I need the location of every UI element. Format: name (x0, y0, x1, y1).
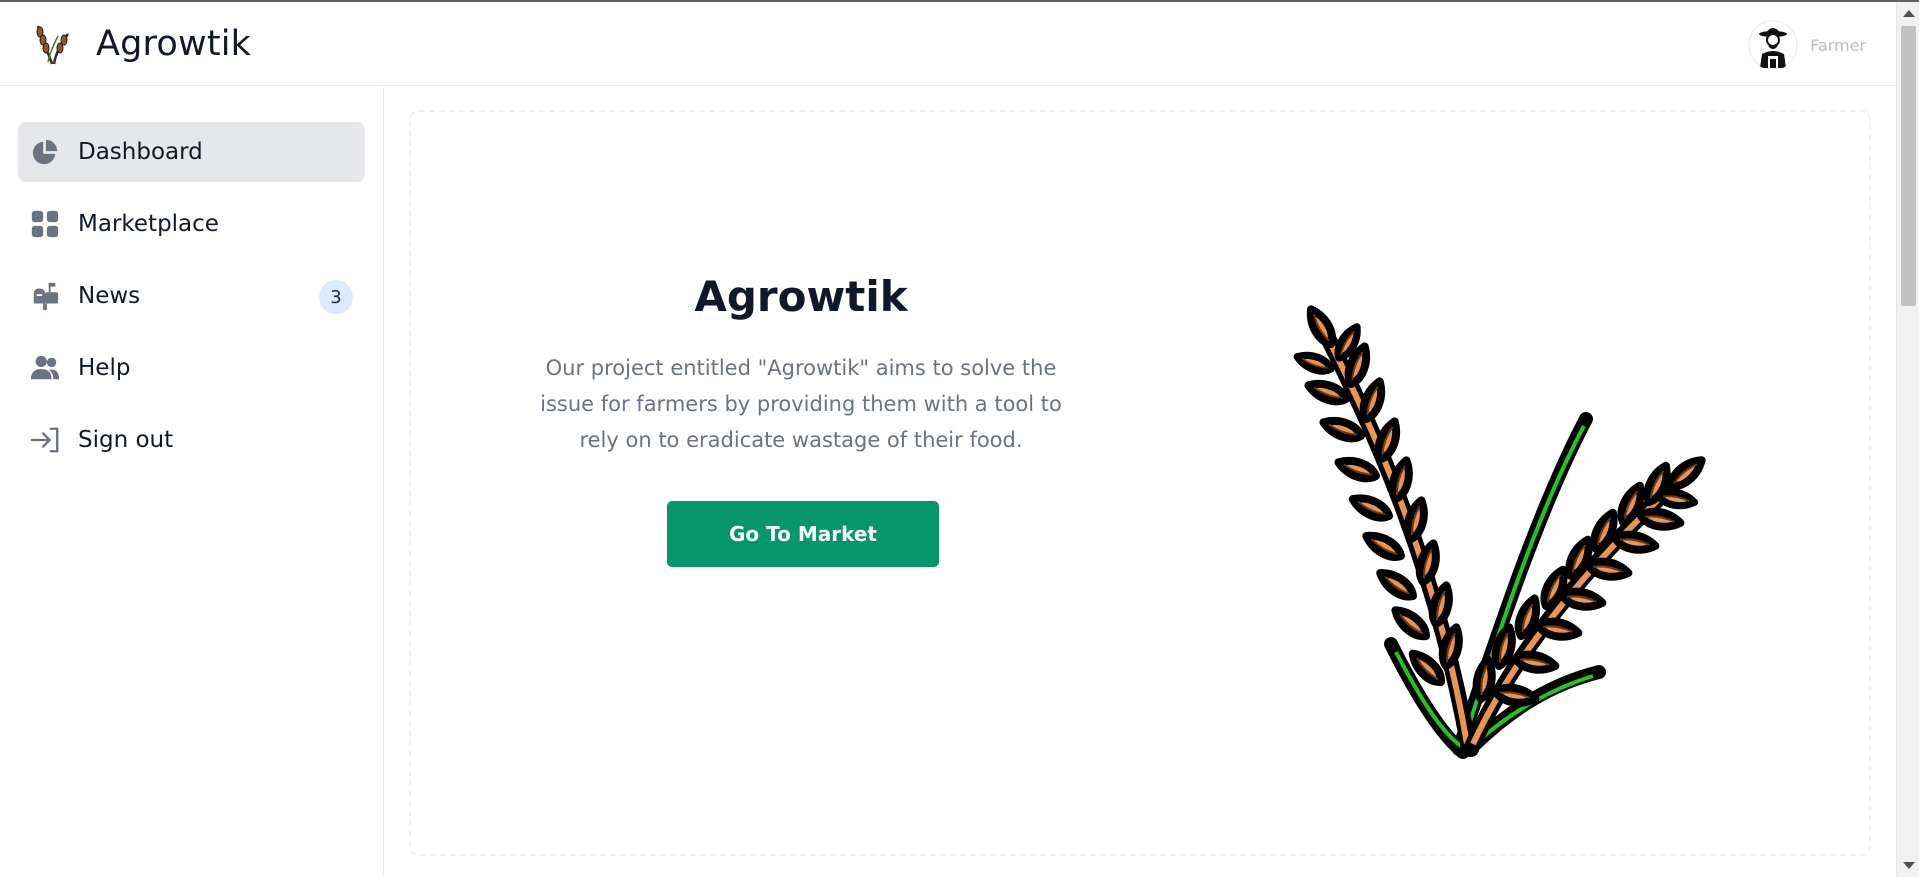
wheat-logo-icon (36, 25, 70, 65)
brand[interactable]: Agrowtik (32, 22, 251, 66)
scrollbar-thumb[interactable] (1901, 26, 1916, 306)
sidebar-item-label: Marketplace (78, 211, 219, 237)
mailbox-icon (29, 280, 61, 312)
sidebar-item-label: Sign out (78, 427, 174, 453)
user-menu[interactable]: Farmer (1748, 20, 1866, 70)
sidebar-item-help[interactable]: Help (18, 338, 365, 398)
avatar[interactable] (1748, 20, 1799, 70)
brand-name: Agrowtik (96, 24, 252, 64)
sidebar-item-sign-out[interactable]: Sign out (18, 410, 365, 470)
sidebar-item-news[interactable]: News 3 (18, 266, 365, 326)
sidebar-item-dashboard[interactable]: Dashboard (18, 122, 365, 182)
grid-icon (29, 208, 61, 240)
sidebar-item-marketplace[interactable]: Marketplace (18, 194, 365, 254)
hero-card: Agrowtik Our project entitled "Agrowtik"… (409, 110, 1871, 856)
farmer-avatar-icon (1748, 20, 1798, 70)
news-count-badge: 3 (319, 280, 353, 314)
sidebar: Dashboard Marketplace News 3 Help Sign o… (0, 87, 384, 877)
page-scrollbar[interactable] (1896, 2, 1919, 877)
scroll-up-arrow-icon[interactable] (1903, 10, 1915, 17)
wheat-illustration-icon (1271, 204, 1751, 759)
user-role-label: Farmer (1810, 35, 1866, 55)
pie-chart-icon (29, 136, 61, 168)
top-header: Agrowtik Farmer (0, 2, 1896, 86)
hero-description: Our project entitled "Agrowtik" aims to … (540, 356, 1062, 452)
sidebar-item-label: Dashboard (78, 139, 203, 165)
sidebar-item-label: Help (78, 355, 131, 381)
sign-out-icon (29, 424, 61, 456)
hero-title: Agrowtik (694, 272, 908, 321)
users-icon (29, 352, 61, 384)
sidebar-item-label: News (78, 283, 141, 309)
scroll-down-arrow-icon[interactable] (1903, 862, 1915, 869)
main-content: Agrowtik Our project entitled "Agrowtik"… (385, 87, 1896, 877)
go-to-market-button[interactable]: Go To Market (667, 501, 939, 567)
